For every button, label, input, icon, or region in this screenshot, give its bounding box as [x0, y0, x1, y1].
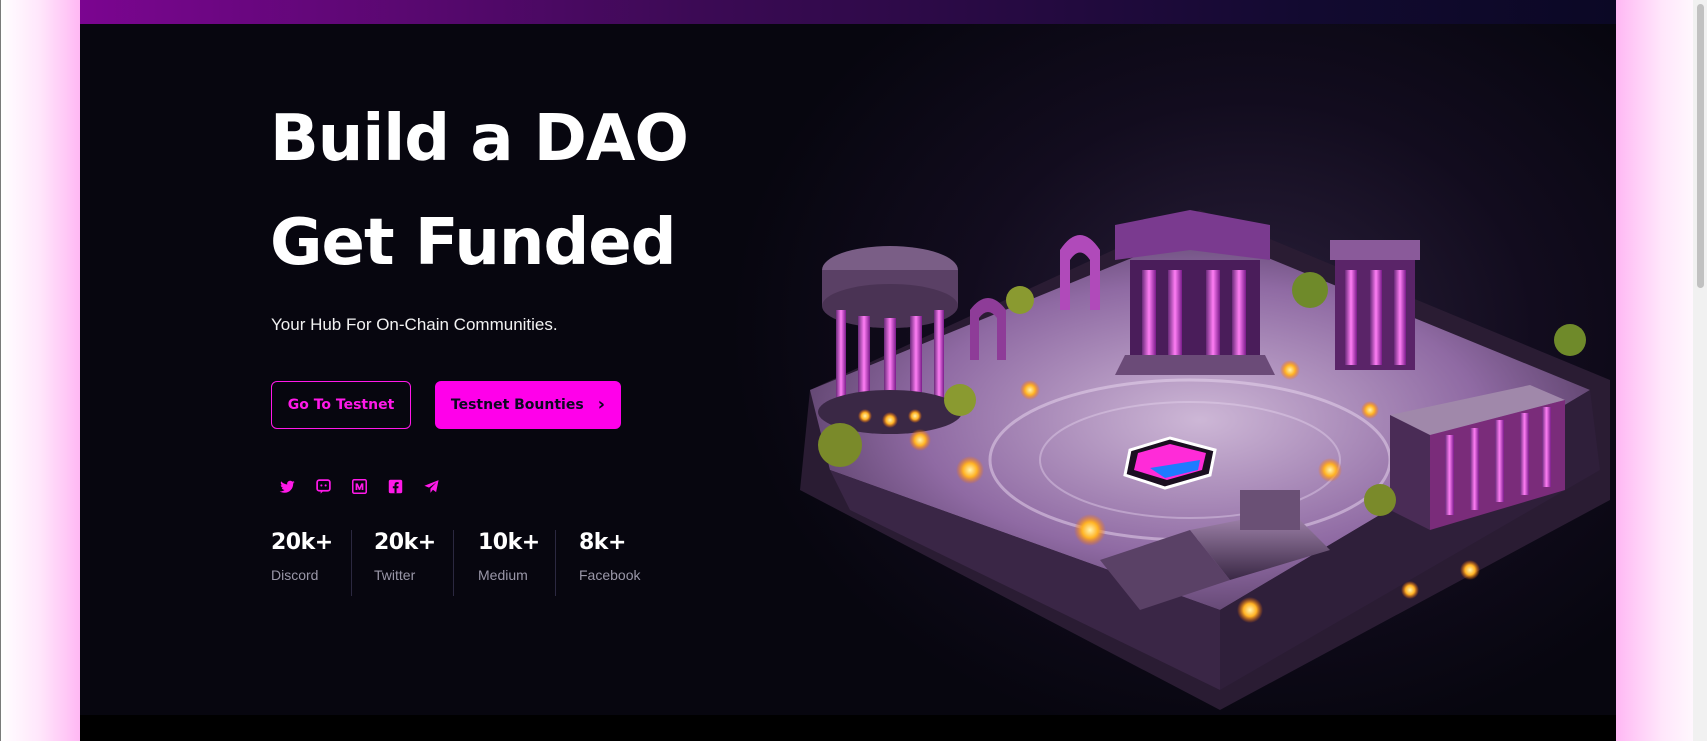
top-gradient-bar	[80, 0, 1616, 24]
window-edge	[0, 0, 1, 741]
hero-subtitle: Your Hub For On-Chain Communities.	[271, 315, 558, 334]
stat-value: 20k+	[271, 530, 333, 555]
testnet-bounties-button[interactable]: Testnet Bounties ›	[435, 381, 621, 429]
discord-icon[interactable]	[314, 477, 333, 496]
go-to-testnet-label: Go To Testnet	[287, 397, 395, 413]
stat-value: 20k+	[374, 530, 436, 555]
hero-headline-line2: Get Funded	[270, 206, 676, 280]
stat-facebook: 8k+ Facebook	[555, 530, 665, 596]
stat-label: Discord	[271, 567, 319, 583]
telegram-icon[interactable]	[422, 477, 441, 496]
medium-icon[interactable]	[350, 477, 369, 496]
go-to-testnet-button[interactable]: Go To Testnet	[271, 381, 411, 429]
page-glow-left	[0, 0, 80, 741]
stat-medium: 10k+ Medium	[453, 530, 555, 596]
community-stats: 20k+ Discord 20k+ Twitter 10k+ Medium 8k…	[271, 530, 665, 596]
twitter-icon[interactable]	[278, 477, 297, 496]
isometric-temple-illustration	[800, 210, 1610, 710]
next-section-band	[80, 715, 1616, 741]
stat-twitter: 20k+ Twitter	[351, 530, 453, 596]
chevron-right-icon: ›	[597, 394, 606, 415]
hero-headline-line1: Build a DAO	[270, 102, 689, 176]
stat-value: 10k+	[478, 530, 540, 555]
scrollbar-thumb[interactable]	[1697, 4, 1704, 288]
facebook-icon[interactable]	[386, 477, 405, 496]
hero-section: Build a DAO Get Funded Your Hub For On-C…	[80, 0, 1616, 715]
social-links	[278, 477, 441, 496]
stat-label: Facebook	[579, 567, 641, 583]
stat-label: Twitter	[374, 567, 416, 583]
testnet-bounties-label: Testnet Bounties	[450, 397, 584, 413]
stat-discord: 20k+ Discord	[271, 530, 351, 596]
stat-label: Medium	[478, 567, 528, 583]
stat-value: 8k+	[579, 530, 626, 555]
